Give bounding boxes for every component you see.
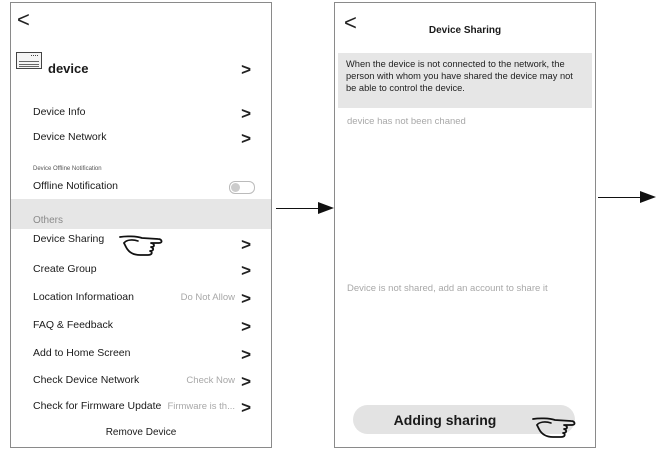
row-faq-feedback[interactable]: FAQ & Feedback > (11, 315, 271, 339)
row-location-information[interactable]: Location Informatioan Do Not Allow > (11, 287, 271, 311)
chevron-right-icon[interactable]: > (241, 61, 251, 78)
chevron-right-icon: > (241, 235, 251, 254)
page-title: Device Sharing (428, 25, 502, 36)
pointing-hand-icon (532, 417, 576, 438)
chevron-right-icon: > (241, 129, 251, 148)
chevron-right-icon: > (241, 317, 251, 336)
row-value: Firmware is th... (167, 401, 235, 412)
row-value: Do Not Allow (180, 292, 235, 303)
row-label: Offline Notification (33, 180, 119, 192)
row-label: FAQ & Feedback (33, 319, 113, 331)
row-label: Create Group (33, 263, 97, 275)
row-create-group[interactable]: Create Group > (11, 259, 271, 283)
row-device-network[interactable]: Device Network > (11, 127, 271, 151)
chevron-right-icon: > (241, 289, 251, 308)
chevron-right-icon: > (241, 345, 251, 364)
flow-arrow-icon (598, 197, 642, 198)
device-sharing-screen: < Device Sharing When the device is not … (334, 2, 596, 448)
chevron-right-icon: > (241, 261, 251, 280)
flow-arrow-icon (276, 208, 320, 209)
device-title: device (48, 61, 89, 76)
others-section-band: Others (11, 199, 271, 229)
row-label: Location Informatioan (33, 291, 134, 303)
ac-unit-icon (16, 52, 42, 69)
row-label: Device Network (33, 131, 107, 143)
network-notice: When the device is not connected to the … (338, 53, 592, 108)
flow-arrow-head (318, 202, 334, 214)
status-text: device has not been chaned (347, 116, 466, 127)
row-check-device-network[interactable]: Check Device Network Check Now > (11, 370, 271, 394)
adding-sharing-label: Adding sharing (393, 411, 497, 428)
back-arrow-icon[interactable]: < (17, 9, 30, 31)
row-label: Device Info (33, 106, 86, 118)
chevron-right-icon: > (241, 398, 251, 417)
pointing-hand-icon (119, 235, 163, 256)
row-label: Device Sharing (33, 233, 105, 245)
offline-toggle[interactable] (229, 181, 255, 194)
chevron-right-icon: > (241, 104, 251, 123)
row-label: Check for Firmware Update (33, 400, 162, 412)
flow-arrow-head (640, 191, 656, 203)
others-header: Others (33, 215, 64, 226)
offline-caption: Device Offline Notification (33, 166, 102, 172)
row-label: Check Device Network (33, 374, 140, 386)
chevron-right-icon: > (241, 372, 251, 391)
empty-state-text: Device is not shared, add an account to … (347, 283, 548, 294)
row-firmware-update[interactable]: Check for Firmware Update Firmware is th… (11, 396, 271, 420)
row-device-info[interactable]: Device Info > (11, 102, 271, 126)
device-settings-screen: < device > Device Info > Device Network … (10, 2, 272, 448)
row-label: Add to Home Screen (33, 347, 131, 359)
row-add-home-screen[interactable]: Add to Home Screen > (11, 343, 271, 367)
remove-device-button[interactable]: Remove Device (11, 427, 271, 438)
row-value: Check Now (186, 375, 235, 386)
row-offline-notification: Offline Notification (11, 176, 271, 200)
